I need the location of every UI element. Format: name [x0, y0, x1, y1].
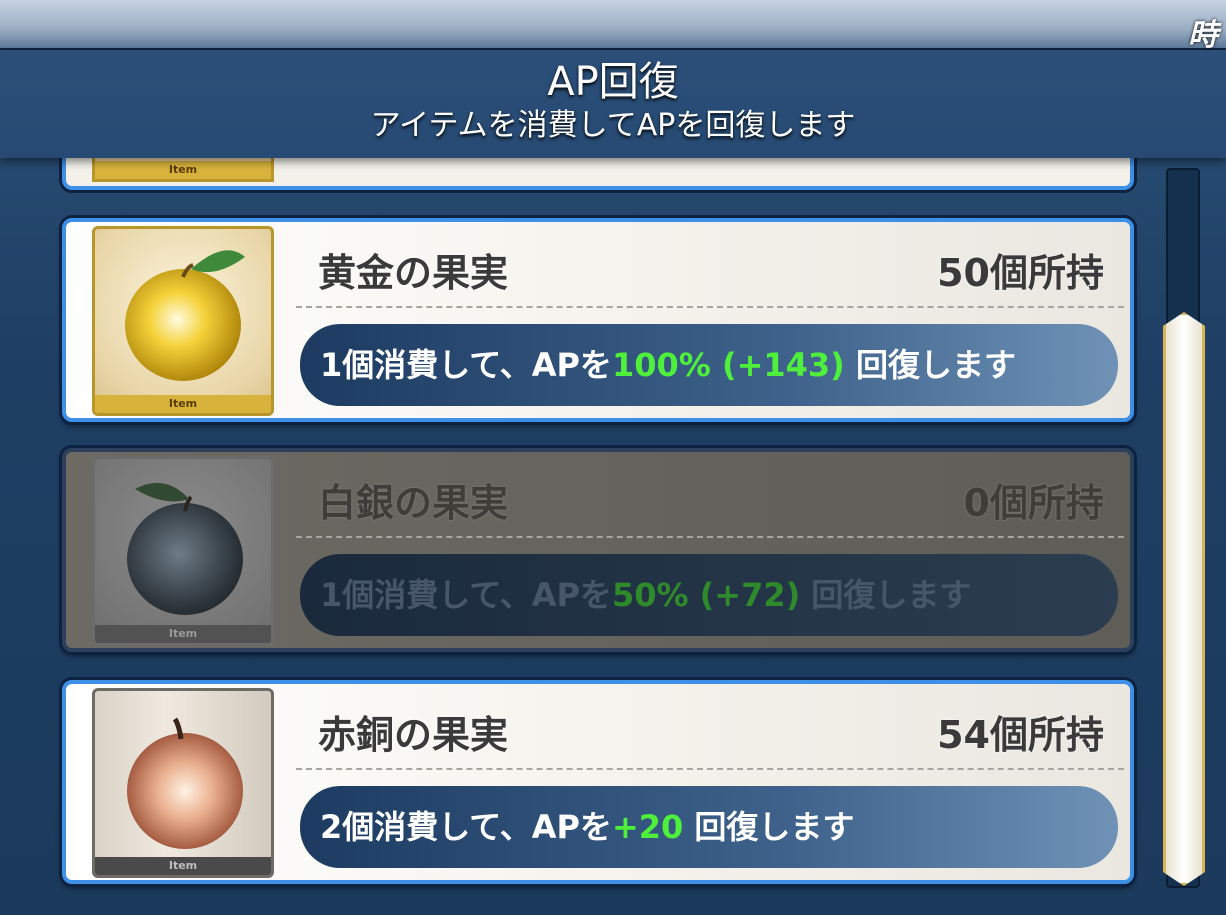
item-card-golden-fruit[interactable]: Item 黄金の果実 50個所持 1個消費して、APを100% (+143) 回… — [62, 218, 1134, 422]
item-name: 白銀の果実 — [318, 481, 509, 525]
item-count: 54個所持 — [937, 713, 1104, 757]
desc-prefix: 2個消費して、APを — [320, 808, 612, 846]
dialog-header: AP回復 アイテムを消費してAPを回復します — [0, 50, 1226, 158]
dialog-title: AP回復 — [547, 59, 679, 105]
desc-highlight: +20 — [611, 808, 684, 846]
item-card-bronze-fruit[interactable]: Item 赤銅の果実 54個所持 2個消費して、APを+20 回復します — [62, 680, 1134, 884]
item-thumbnail: Item — [92, 226, 274, 416]
corner-label: 時 — [1188, 18, 1218, 53]
item-name: 黄金の果実 — [318, 251, 509, 295]
divider — [296, 306, 1124, 308]
item-count: 50個所持 — [937, 251, 1104, 295]
top-strip: 時 — [0, 0, 1226, 53]
item-card-silver-fruit: Item 白銀の果実 0個所持 1個消費して、APを50% (+72) 回復しま… — [62, 448, 1134, 652]
item-tag: Item — [95, 161, 271, 179]
desc-highlight: 100% (+143) — [611, 346, 845, 384]
item-description: 1個消費して、APを100% (+143) 回復します — [300, 324, 1118, 406]
item-count: 0個所持 — [963, 481, 1104, 525]
item-tag: Item — [95, 857, 271, 875]
desc-suffix: 回復します — [800, 576, 972, 614]
item-description: 1個消費して、APを50% (+72) 回復します — [300, 554, 1118, 636]
desc-highlight: 50% (+72) — [611, 576, 801, 614]
item-thumbnail: Item — [92, 456, 274, 646]
bronze-apple-icon — [127, 717, 243, 849]
desc-suffix: 回復します — [844, 346, 1016, 384]
desc-prefix: 1個消費して、APを — [320, 346, 612, 384]
divider — [296, 536, 1124, 538]
desc-prefix: 1個消費して、APを — [320, 576, 612, 614]
item-thumbnail: Item — [92, 688, 274, 878]
golden-apple-icon — [125, 250, 245, 381]
scrollbar-thumb[interactable] — [1163, 312, 1205, 886]
item-tag: Item — [95, 395, 271, 413]
item-name: 赤銅の果実 — [318, 713, 509, 757]
item-tag: Item — [95, 625, 271, 643]
item-description: 2個消費して、APを+20 回復します — [300, 786, 1118, 868]
desc-suffix: 回復します — [683, 808, 855, 846]
dialog-subtitle: アイテムを消費してAPを回復します — [370, 108, 856, 143]
divider — [296, 768, 1124, 770]
silver-apple-icon — [127, 482, 243, 615]
